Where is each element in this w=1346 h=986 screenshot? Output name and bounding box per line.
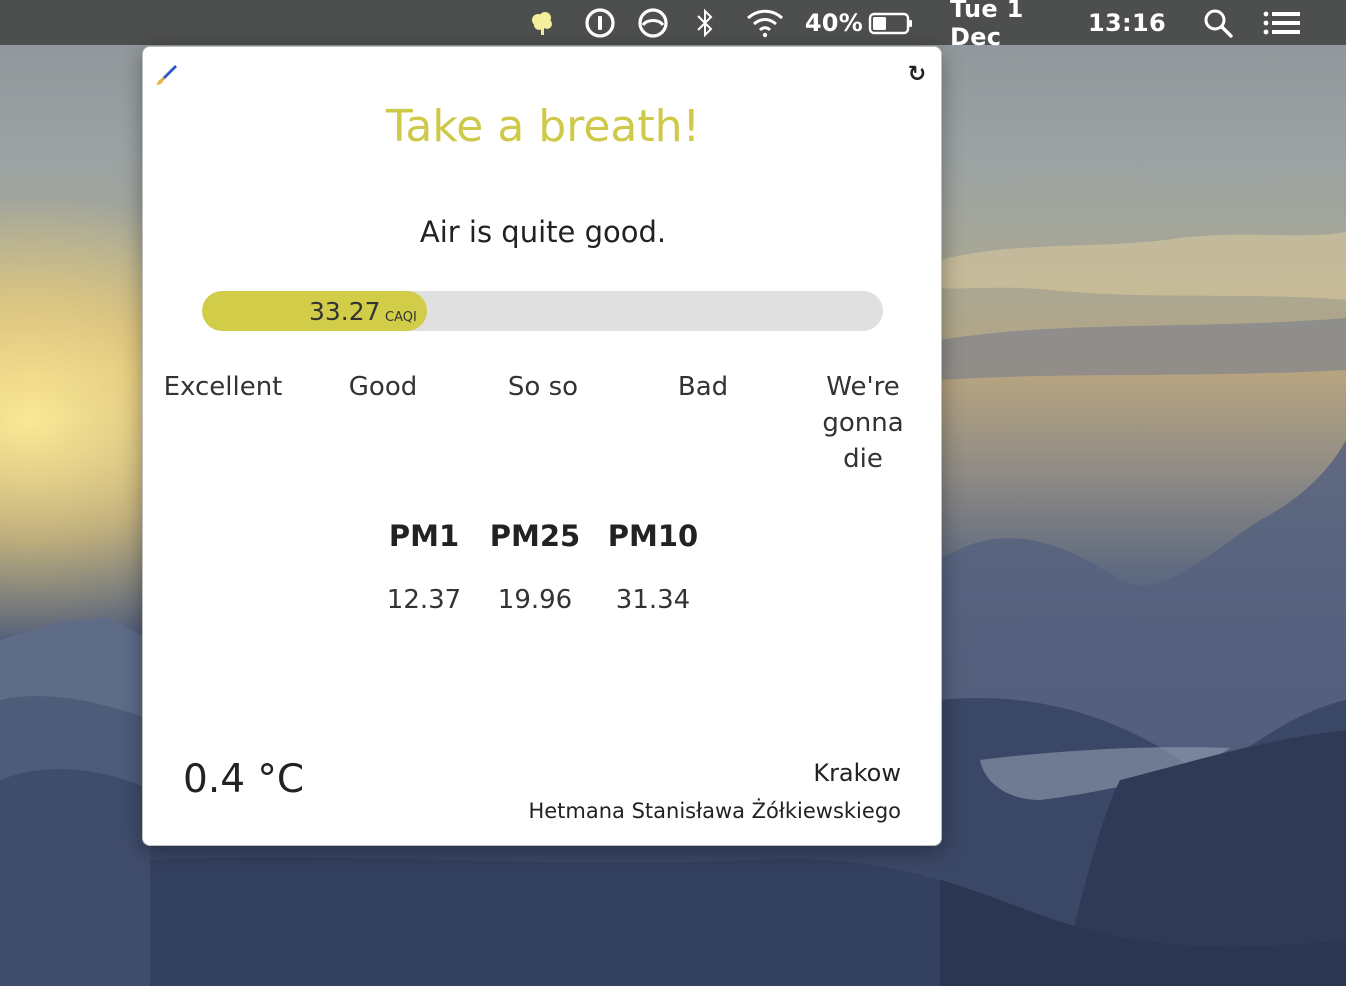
scale-label-worst: We're gonna die [822, 372, 904, 474]
notification-center-icon[interactable] [1260, 0, 1304, 45]
city-name: Krakow [813, 759, 901, 787]
pm25-value: 19.96 [497, 585, 573, 615]
backup-icon[interactable] [635, 0, 671, 45]
temperature: 0.4 °C [183, 757, 305, 802]
pm10-label: PM10 [607, 519, 699, 553]
wifi-icon[interactable] [742, 0, 788, 45]
scale-label-good: Good [348, 372, 418, 402]
popup-title: Take a breath! [385, 101, 701, 152]
scale-label-bad: Bad [677, 372, 729, 402]
menu-bar: 40% Tue 1 Dec 13:16 [0, 0, 1346, 51]
bluetooth-icon[interactable] [690, 0, 720, 45]
caqi-unit: CAQI [385, 310, 417, 325]
menubar-date[interactable]: Tue 1 Dec [950, 0, 1080, 51]
air-quality-popup: ↻ Take a breath! Air is quite good. 33.2… [142, 46, 942, 846]
scale-label-excellent: Excellent [163, 372, 283, 402]
tree-icon[interactable] [526, 0, 558, 45]
onepassword-icon[interactable] [582, 0, 618, 45]
pm1-value: 12.37 [386, 585, 462, 615]
battery-percent[interactable]: 40% [803, 0, 865, 45]
pm10-value: 31.34 [615, 585, 691, 615]
menubar-time[interactable]: 13:16 [1088, 0, 1166, 45]
pm25-label: PM25 [489, 519, 581, 553]
scale-label-so-so: So so [507, 372, 579, 402]
caqi-progress-fill: 33.27 CAQI [202, 291, 427, 331]
paintbrush-icon[interactable] [155, 63, 179, 87]
spotlight-search-icon[interactable] [1200, 0, 1236, 45]
station-street: Hetmana Stanisława Żółkiewskiego [528, 799, 901, 823]
air-status-text: Air is quite good. [419, 215, 667, 249]
caqi-value: 33.27 [309, 297, 381, 326]
pm1-label: PM1 [388, 519, 460, 553]
battery-icon[interactable] [866, 0, 916, 45]
refresh-icon[interactable]: ↻ [903, 61, 931, 89]
caqi-progress-track: 33.27 CAQI [202, 291, 883, 331]
